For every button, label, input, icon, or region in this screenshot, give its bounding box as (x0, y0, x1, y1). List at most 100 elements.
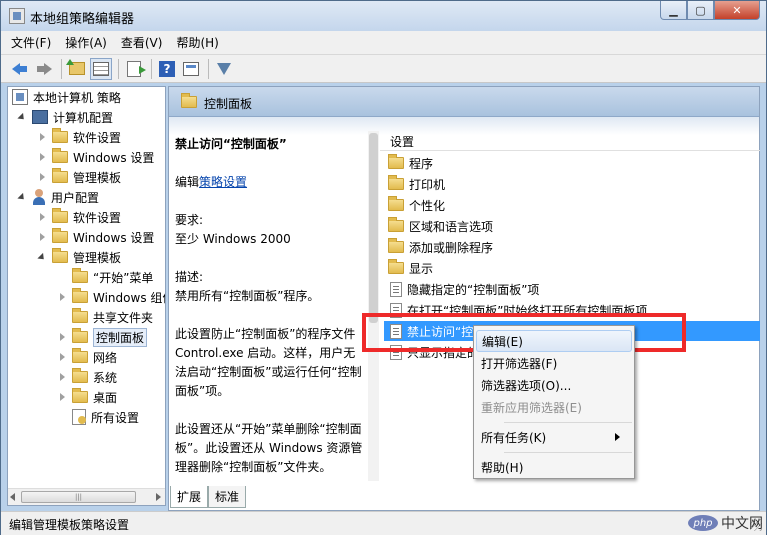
list-item[interactable]: 区域和语言选项 (384, 216, 760, 236)
collapse-arrow-icon[interactable] (40, 233, 45, 241)
tree-item-label: 本地计算机 策略 (33, 90, 121, 105)
maximize-button[interactable]: ▢ (687, 1, 714, 20)
tree-item-network[interactable]: 网络 (60, 347, 117, 367)
back-button[interactable] (9, 58, 31, 80)
collapse-arrow-icon[interactable] (40, 213, 45, 221)
tree-item-label: “开始”菜单 (93, 270, 154, 285)
scroll-left-icon[interactable] (10, 493, 15, 501)
collapse-arrow-icon[interactable] (40, 153, 45, 161)
menu-item-all-tasks[interactable]: 所有任务(K) (476, 426, 632, 448)
tree-item-local-policy[interactable]: 本地计算机 策略 (12, 87, 121, 107)
menu-separator (504, 422, 632, 423)
folder-icon (388, 154, 404, 169)
list-item[interactable]: 隐藏指定的“控制面板”项 (384, 279, 760, 299)
scrollbar-thumb[interactable]: ||| (21, 491, 136, 503)
column-header-label: 设置 (390, 135, 415, 149)
scroll-right-icon[interactable] (156, 493, 161, 501)
list-item[interactable]: 打印机 (384, 174, 760, 194)
properties-button[interactable] (180, 58, 202, 80)
up-button[interactable] (66, 58, 88, 80)
collapse-arrow-icon[interactable] (40, 173, 45, 181)
filter-button[interactable] (213, 58, 235, 80)
tree-item-label: 软件设置 (73, 130, 122, 145)
expand-arrow-icon[interactable] (17, 112, 27, 122)
tab-standard[interactable]: 标准 (208, 486, 247, 508)
menu-item-edit[interactable]: 编辑(E) (476, 330, 632, 352)
tree-item-admin-templates[interactable]: 管理模板 (37, 247, 121, 267)
menu-item-help[interactable]: 帮助(H) (476, 456, 632, 478)
scrollbar-thumb[interactable] (369, 133, 378, 323)
list-item[interactable]: 添加或删除程序 (384, 237, 760, 257)
menu-file[interactable]: 文件(F) (11, 34, 51, 51)
expand-arrow-icon[interactable] (37, 252, 47, 262)
policy-description: 禁止访问“控制面板” 编辑策略设置 要求: 至少 Windows 2000 描述… (175, 135, 365, 477)
tree-horizontal-scrollbar[interactable]: ||| (8, 488, 165, 505)
list-item-label: 打印机 (409, 177, 446, 192)
edit-prefix: 编辑 (175, 175, 200, 189)
folder-icon (72, 288, 88, 303)
show-tree-button[interactable] (90, 57, 112, 80)
tree-item-windows-settings[interactable]: Windows 设置 (40, 227, 154, 247)
properties-icon (183, 61, 199, 76)
collapse-arrow-icon[interactable] (60, 293, 65, 301)
requirements-label: 要求: (175, 213, 204, 227)
tree-item-label: Windows 设置 (73, 150, 155, 165)
collapse-arrow-icon[interactable] (60, 333, 65, 341)
menu-help[interactable]: 帮助(H) (176, 34, 218, 51)
collapse-arrow-icon[interactable] (60, 393, 65, 401)
collapse-arrow-icon[interactable] (40, 133, 45, 141)
folder-icon (388, 259, 404, 274)
folder-icon (52, 228, 68, 243)
menu-item-open-filter[interactable]: 打开筛选器(F) (476, 352, 632, 374)
edit-policy-link[interactable]: 策略设置 (199, 175, 247, 189)
forward-button[interactable] (33, 58, 55, 80)
description-scrollbar[interactable] (368, 131, 379, 481)
tree-item-user-config[interactable]: 用户配置 (17, 187, 100, 207)
tree-item-all-settings[interactable]: 所有设置 (60, 407, 139, 427)
status-bar: 编辑管理模板策略设置 (1, 511, 766, 535)
description-line: 禁用所有“控制面板”程序。 (175, 289, 320, 303)
export-list-button[interactable] (123, 58, 146, 80)
description-label: 描述: (175, 270, 204, 284)
tab-extended[interactable]: 扩展 (170, 486, 209, 508)
menu-action[interactable]: 操作(A) (65, 34, 107, 51)
collapse-arrow-icon[interactable] (60, 353, 65, 361)
list-item[interactable]: 显示 (384, 258, 760, 278)
list-item[interactable]: 个性化 (384, 195, 760, 215)
tree-item-admin-templates[interactable]: 管理模板 (40, 167, 121, 187)
expand-arrow-icon[interactable] (17, 192, 27, 202)
menu-item-filter-options[interactable]: 筛选器选项(O)... (476, 374, 632, 396)
tree-item-control-panel[interactable]: 控制面板 (60, 327, 148, 347)
menu-view[interactable]: 查看(V) (121, 34, 163, 51)
tree-item-desktop[interactable]: 桌面 (60, 387, 117, 407)
folder-icon (181, 93, 197, 108)
tree-item-label: Windows 设置 (73, 230, 155, 245)
tree-item-start-menu[interactable]: “开始”菜单 (60, 267, 153, 287)
export-list-icon (127, 60, 146, 77)
description-para-2: 此设置还从“开始”菜单删除“控制面板”。此设置还从 Windows 资源管理器删… (175, 422, 363, 474)
minimize-button[interactable]: ▁ (660, 1, 687, 20)
tree-item-windows-settings[interactable]: Windows 设置 (40, 147, 154, 167)
collapse-arrow-icon[interactable] (60, 373, 65, 381)
column-header-setting[interactable]: 设置 (380, 131, 760, 151)
folder-icon (52, 128, 68, 143)
tree-item-computer-config[interactable]: 计算机配置 (17, 107, 113, 127)
list-item-label: 程序 (409, 156, 434, 171)
tree-item-system[interactable]: 系统 (60, 367, 117, 387)
watermark-text: 中文网 (721, 516, 763, 532)
close-button[interactable]: ✕ (714, 1, 760, 20)
context-menu: 编辑(E) 打开筛选器(F) 筛选器选项(O)... 重新应用筛选器(E) 所有… (473, 325, 635, 479)
tree-item-shared-folders[interactable]: 共享文件夹 (60, 307, 153, 327)
tree-item-software-settings[interactable]: 软件设置 (40, 127, 121, 147)
forward-icon (36, 62, 52, 75)
tree-item-label: 用户配置 (51, 190, 100, 205)
list-item[interactable]: 程序 (384, 153, 760, 173)
filter-icon (217, 62, 231, 75)
tree-item-windows-components[interactable]: Windows 组件 (60, 287, 165, 307)
help-button[interactable]: ? (156, 58, 178, 80)
tree-item-software-settings[interactable]: 软件设置 (40, 207, 121, 227)
menu-item-reapply-filter: 重新应用筛选器(E) (476, 396, 632, 418)
folder-icon (52, 248, 68, 263)
